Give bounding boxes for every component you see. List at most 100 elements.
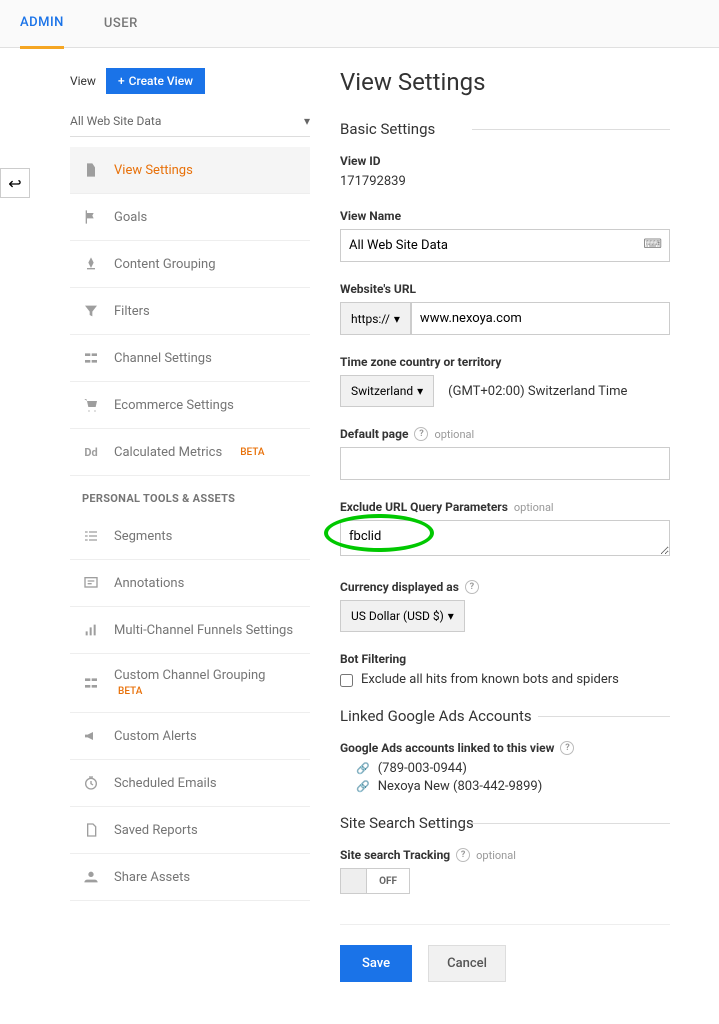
nav-filters[interactable]: Filters [70,288,310,335]
linked-account: (789-003-0944) [378,761,467,776]
save-button[interactable]: Save [340,945,412,982]
currency-label: Currency displayed as [340,580,459,594]
nav-share-assets[interactable]: Share Assets [70,854,310,901]
beta-badge: BETA [118,686,142,697]
beta-badge: BETA [240,447,264,458]
nav-goals[interactable]: Goals [70,194,310,241]
linked-account: Nexoya New (803-442-9899) [378,779,543,794]
nav-label: Segments [114,529,172,544]
nav-label: View Settings [114,163,193,178]
nav-mcf[interactable]: Multi-Channel Funnels Settings [70,607,310,654]
cart-icon [82,396,100,414]
linked-accounts-label: Google Ads accounts linked to this view [340,741,554,755]
nav-label: Saved Reports [114,823,198,838]
nav-ecommerce[interactable]: Ecommerce Settings [70,382,310,429]
nav-label: Calculated Metrics [114,445,222,460]
nav-label: Filters [114,304,150,319]
view-id-value: 171792839 [340,174,670,189]
site-search-label: Site search Tracking [340,848,450,862]
help-icon[interactable]: ? [465,580,479,594]
nav-label: Ecommerce Settings [114,398,234,413]
nav-label: Share Assets [114,870,190,885]
cancel-button[interactable]: Cancel [428,945,506,982]
create-view-label: Create View [129,74,193,88]
tab-user[interactable]: USER [104,0,138,47]
nav-label: Channel Settings [114,351,212,366]
tab-admin[interactable]: ADMIN [20,0,64,49]
grid-icon [82,674,100,692]
protocol-label: https:// [351,312,390,326]
filter-icon [82,302,100,320]
nav-label: Scheduled Emails [114,776,217,791]
optional-label: optional [476,849,516,862]
grouping-icon [82,255,100,273]
nav-segments[interactable]: Segments [70,513,310,560]
plus-icon: + [118,74,125,88]
section-linked: Linked Google Ads Accounts [340,707,670,725]
nav-label: Custom Alerts [114,729,197,744]
url-input[interactable] [411,302,670,335]
megaphone-icon [82,727,100,745]
view-label: View [70,74,96,88]
nav-saved-reports[interactable]: Saved Reports [70,807,310,854]
chevron-down-icon: ▾ [448,609,454,623]
link-icon: 🔗 [356,780,370,793]
default-page-label: Default page [340,427,408,441]
metrics-icon: Dd [82,443,100,461]
site-search-toggle[interactable]: OFF [340,868,410,894]
create-view-button[interactable]: + Create View [106,68,205,94]
page-icon [82,161,100,179]
timezone-country-select[interactable]: Switzerland ▾ [340,375,434,407]
share-icon [82,868,100,886]
chevron-down-icon: ▾ [417,384,423,398]
nav-label: Annotations [114,576,184,591]
timezone-label: Time zone country or territory [340,355,670,369]
nav-channel-settings[interactable]: Channel Settings [70,335,310,382]
segments-icon [82,527,100,545]
optional-label: optional [434,428,474,441]
nav-calculated-metrics[interactable]: Dd Calculated Metrics BETA [70,429,310,476]
nav-custom-channel[interactable]: Custom Channel Grouping BETA [70,654,310,713]
nav-scheduled-emails[interactable]: Scheduled Emails [70,760,310,807]
view-name-label: View Name [340,209,670,223]
annotation-icon [82,574,100,592]
bars-icon [82,621,100,639]
nav-label: Multi-Channel Funnels Settings [114,623,293,638]
default-page-input[interactable] [340,447,670,480]
nav-view-settings[interactable]: View Settings [70,147,310,194]
bot-filtering-label: Bot Filtering [340,652,670,666]
toggle-handle [341,869,367,893]
view-selector-label: All Web Site Data [70,114,161,128]
section-personal-tools: PERSONAL TOOLS & ASSETS [70,476,310,513]
url-label: Website's URL [340,282,670,296]
page-title: View Settings [340,68,670,96]
currency-select[interactable]: US Dollar (USD $) ▾ [340,600,465,632]
section-search: Site Search Settings [340,814,670,832]
back-button[interactable]: ↩ [0,168,30,198]
tz-country-label: Switzerland [351,384,413,398]
view-selector[interactable]: All Web Site Data ▾ [70,106,310,137]
nav-label: Custom Channel Grouping [114,668,266,683]
optional-label: optional [514,501,554,514]
keyboard-icon: ⌨ [643,237,662,252]
nav-label: Content Grouping [114,257,216,272]
section-basic: Basic Settings [340,120,670,138]
exclude-params-input[interactable]: fbclid [340,520,670,556]
channel-icon [82,349,100,367]
nav-content-grouping[interactable]: Content Grouping [70,241,310,288]
timezone-value: (GMT+02:00) Switzerland Time [448,384,627,399]
bot-filtering-checkbox[interactable] [340,674,353,687]
nav-label: Goals [114,210,147,225]
nav-annotations[interactable]: Annotations [70,560,310,607]
link-icon: 🔗 [356,762,370,775]
clock-icon [82,774,100,792]
help-icon[interactable]: ? [456,848,470,862]
flag-icon [82,208,100,226]
help-icon[interactable]: ? [560,741,574,755]
help-icon[interactable]: ? [414,427,428,441]
protocol-select[interactable]: https:// ▾ [340,302,411,335]
bot-filtering-text: Exclude all hits from known bots and spi… [361,672,619,687]
nav-custom-alerts[interactable]: Custom Alerts [70,713,310,760]
view-name-input[interactable] [340,229,670,262]
document-icon [82,821,100,839]
